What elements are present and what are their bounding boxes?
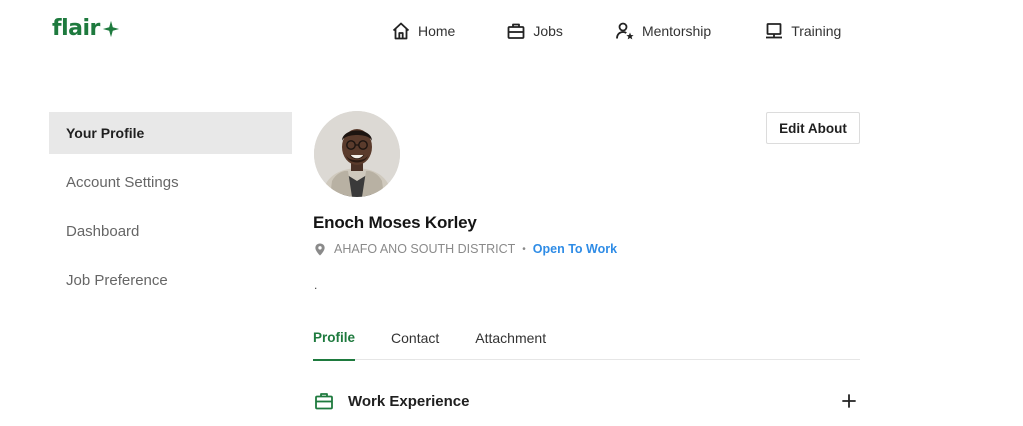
nav-home[interactable]: Home bbox=[391, 20, 455, 42]
sidebar: Your Profile Account Settings Dashboard … bbox=[49, 112, 292, 308]
sidebar-item-your-profile[interactable]: Your Profile bbox=[49, 112, 292, 154]
tab-profile[interactable]: Profile bbox=[313, 330, 356, 361]
sidebar-item-dashboard[interactable]: Dashboard bbox=[49, 210, 292, 252]
top-nav: Home Jobs Mentorship Training bbox=[391, 20, 841, 42]
status-badge: Open To Work bbox=[532, 242, 618, 256]
training-icon bbox=[766, 23, 783, 39]
profile-bio: . bbox=[314, 278, 318, 292]
briefcase-icon bbox=[507, 23, 525, 39]
home-icon bbox=[392, 22, 410, 40]
separator-dot: • bbox=[522, 243, 526, 255]
nav-jobs[interactable]: Jobs bbox=[506, 20, 563, 42]
work-experience-section: Work Experience bbox=[314, 388, 860, 414]
location-pin-icon bbox=[315, 242, 325, 256]
sidebar-item-label: Account Settings bbox=[66, 173, 179, 191]
nav-training[interactable]: Training bbox=[764, 20, 841, 42]
nav-jobs-label: Jobs bbox=[533, 23, 563, 39]
tab-contact[interactable]: Contact bbox=[391, 330, 439, 360]
briefcase-icon bbox=[315, 393, 333, 410]
brand-logo[interactable]: flair bbox=[52, 18, 120, 40]
nav-mentorship-label: Mentorship bbox=[641, 23, 712, 39]
sidebar-item-account-settings[interactable]: Account Settings bbox=[49, 161, 292, 203]
sidebar-item-label: Dashboard bbox=[66, 222, 140, 240]
profile-meta: AHAFO ANO SOUTH DISTRICT • Open To Work bbox=[314, 242, 617, 256]
avatar bbox=[314, 111, 400, 197]
mentor-icon bbox=[616, 22, 634, 40]
nav-home-label: Home bbox=[418, 23, 456, 39]
section-title: Work Experience bbox=[348, 392, 470, 410]
sidebar-item-label: Job Preference bbox=[66, 271, 168, 289]
avatar-image bbox=[314, 111, 400, 197]
edit-about-button[interactable]: Edit About bbox=[766, 112, 860, 144]
nav-training-label: Training bbox=[791, 23, 842, 39]
tab-attachment[interactable]: Attachment bbox=[475, 330, 546, 360]
sidebar-item-label: Your Profile bbox=[66, 125, 145, 141]
sidebar-item-job-preference[interactable]: Job Preference bbox=[49, 259, 292, 301]
sparkle-icon bbox=[102, 20, 119, 38]
profile-name: Enoch Moses Korley bbox=[313, 213, 477, 232]
plus-icon[interactable] bbox=[838, 390, 860, 412]
nav-mentorship[interactable]: Mentorship bbox=[615, 20, 711, 42]
profile-location: AHAFO ANO SOUTH DISTRICT bbox=[334, 242, 516, 256]
profile-tabs: Profile Contact Attachment bbox=[313, 330, 860, 361]
logo-text: flair bbox=[52, 16, 100, 41]
